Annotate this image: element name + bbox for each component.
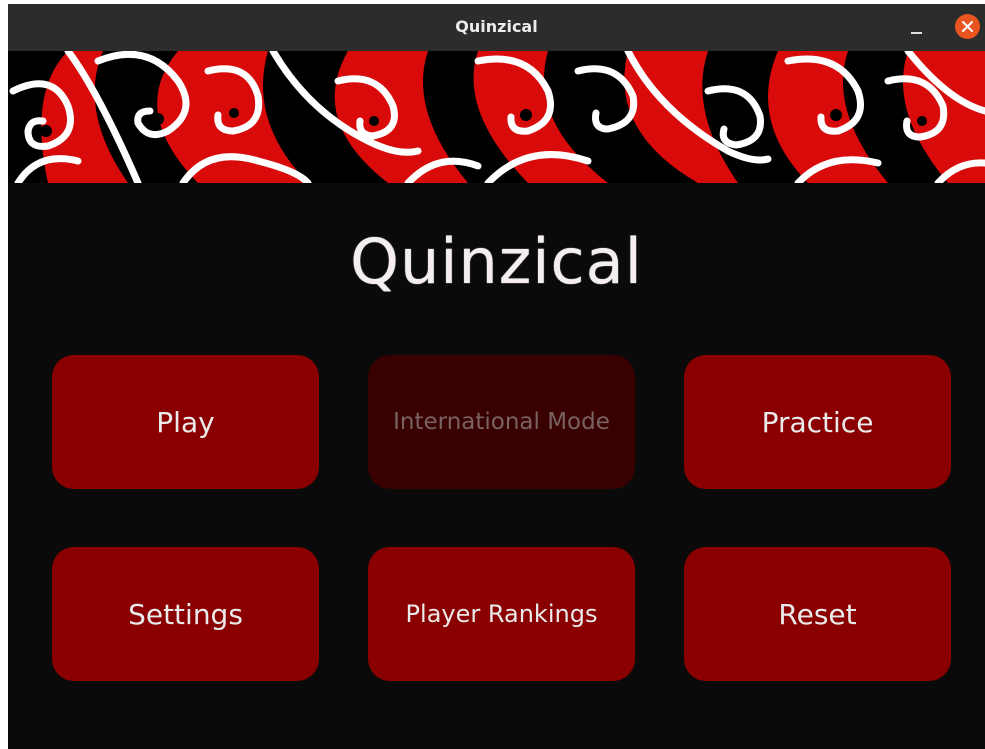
close-x-glyph xyxy=(962,21,973,32)
minimize-icon[interactable] xyxy=(904,14,930,40)
close-icon[interactable] xyxy=(955,14,980,39)
play-button[interactable]: Play xyxy=(52,355,319,489)
player-rankings-button-label: Player Rankings xyxy=(405,600,598,628)
play-button-label: Play xyxy=(156,405,215,439)
title-bar[interactable]: Quinzical xyxy=(8,4,985,51)
international-mode-button-label: International Mode xyxy=(393,409,610,435)
app-title: Quinzical xyxy=(350,225,643,298)
player-rankings-button[interactable]: Player Rankings xyxy=(368,547,635,681)
kowhaiwhai-banner xyxy=(8,51,985,183)
international-mode-button: International Mode xyxy=(368,355,635,489)
reset-button-label: Reset xyxy=(778,597,857,631)
practice-button[interactable]: Practice xyxy=(684,355,951,489)
settings-button-label: Settings xyxy=(128,597,243,631)
practice-button-label: Practice xyxy=(761,405,874,439)
kowhaiwhai-pattern xyxy=(8,51,985,183)
app-window: Quinzical Quinzical Play International M… xyxy=(8,4,985,749)
reset-button[interactable]: Reset xyxy=(684,547,951,681)
settings-button[interactable]: Settings xyxy=(52,547,319,681)
window-title: Quinzical xyxy=(455,17,538,36)
